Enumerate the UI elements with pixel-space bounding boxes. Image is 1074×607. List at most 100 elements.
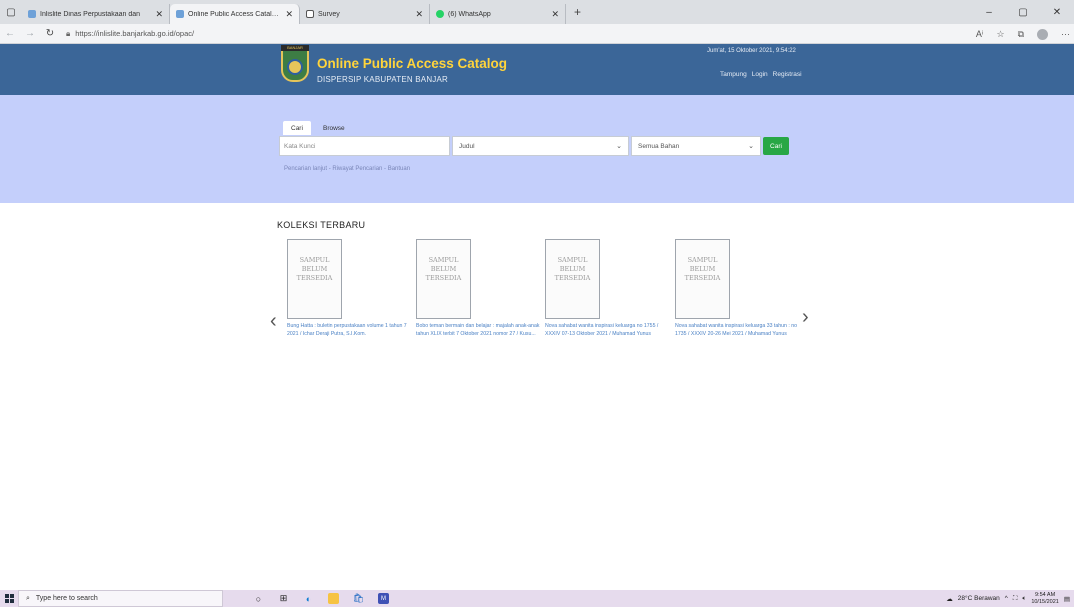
minimize-icon[interactable]: – <box>972 0 1006 24</box>
collections-icon[interactable]: ⧉ <box>1018 29 1024 40</box>
windows-taskbar: ⌕ Type here to search ○ ⊞ ◐ 🛍︎ M ☁︎ 28°C… <box>0 590 1074 607</box>
lock-icon: 🔒︎ <box>66 28 71 38</box>
book-cover-placeholder[interactable]: SAMPUL BELUM TERSEDIA <box>287 239 342 319</box>
tab-actions-icon[interactable]: ▢ <box>0 0 22 24</box>
tab-title: Inlislite Dinas Perpustakaan dan <box>40 10 141 18</box>
cover-line: BELUM <box>559 265 586 273</box>
close-window-icon[interactable]: ✕ <box>1040 0 1074 24</box>
browser-tab-strip: ▢ Inlislite Dinas Perpustakaan dan ✕ Onl… <box>0 0 1074 24</box>
clock[interactable]: 9:54 AM 10/15/2021 <box>1031 592 1059 605</box>
close-icon[interactable]: ✕ <box>155 9 163 20</box>
library-favicon-icon <box>28 10 36 18</box>
field-select[interactable]: Judul ⌄ <box>452 136 629 156</box>
close-icon[interactable]: ✕ <box>415 9 423 20</box>
volume-icon[interactable]: 🔈︎ <box>1022 595 1026 603</box>
search-icon: ⌕ <box>26 594 30 602</box>
chevron-down-icon: ⌄ <box>616 143 622 150</box>
start-button[interactable] <box>0 590 18 607</box>
carousel-prev-button[interactable]: ‹ <box>270 310 277 333</box>
browser-tab[interactable]: (6) WhatsApp ✕ <box>430 4 566 24</box>
more-menu-icon[interactable]: ··· <box>1061 29 1070 39</box>
taskbar-search-box[interactable]: ⌕ Type here to search <box>18 590 223 607</box>
material-select-value: Semua Bahan <box>638 142 680 150</box>
favorite-star-icon[interactable]: ☆ <box>996 29 1004 40</box>
tab-title: Survey <box>318 10 340 18</box>
app-icon[interactable]: M <box>378 593 389 604</box>
taskbar-apps: ○ ⊞ ◐ 🛍︎ M <box>253 593 389 604</box>
cover-line: TERSEDIA <box>554 274 591 282</box>
tab-title: (6) WhatsApp <box>448 10 491 18</box>
book-card[interactable]: SAMPUL BELUM TERSEDIA Bobo teman bermain d… <box>416 239 544 339</box>
window-controls: – ▢ ✕ <box>972 0 1074 24</box>
browser-toolbar-right: Aⁱ ☆ ⧉ ··· <box>976 24 1070 44</box>
edge-icon[interactable]: ◐ <box>303 593 314 604</box>
keyword-input[interactable]: Kata Kunci <box>279 136 450 156</box>
carousel-next-button[interactable]: › <box>802 306 809 329</box>
notifications-icon[interactable]: ▤ <box>1064 595 1070 603</box>
refresh-icon[interactable]: ↻ <box>40 28 60 39</box>
search-links[interactable]: Pencarian lanjut - Riwayat Pencarian - B… <box>284 166 410 172</box>
tab-title: Online Public Access Catalog - I <box>188 10 282 18</box>
tray-chevron-icon[interactable]: ^ <box>1005 595 1008 602</box>
cover-line: SAMPUL <box>557 256 588 264</box>
site-title[interactable]: Online Public Access Catalog <box>317 56 507 71</box>
site-subtitle: DISPERSIP KABUPATEN BANJAR <box>317 75 449 84</box>
windows-logo-icon <box>4 594 14 603</box>
book-card[interactable]: SAMPUL BELUM TERSEDIA Nova sahabat wanita … <box>675 239 803 339</box>
store-icon[interactable]: 🛍︎ <box>353 593 364 604</box>
back-icon[interactable]: ← <box>0 28 20 39</box>
book-title-link[interactable]: Nova sahabat wanita inspirasi keluarga n… <box>545 322 670 339</box>
library-favicon-icon <box>176 10 184 18</box>
weather-icon: ☁︎ <box>946 595 953 603</box>
book-cover-placeholder[interactable]: SAMPUL BELUM TERSEDIA <box>675 239 730 319</box>
link-registrasi[interactable]: Registrasi <box>773 71 802 78</box>
url-field[interactable]: 🔒︎ https://inlislite.banjarkab.go.id/opa… <box>66 29 194 39</box>
url-text: https://inlislite.banjarkab.go.id/opac/ <box>75 29 195 38</box>
book-title-link[interactable]: Nova sahabat wanita inspirasi keluarga 3… <box>675 322 800 339</box>
file-explorer-icon[interactable] <box>328 593 339 604</box>
tab-cari[interactable]: Cari <box>283 121 311 135</box>
taskbar-search-placeholder: Type here to search <box>35 595 98 602</box>
book-title-link[interactable]: Bobo teman bermain dan belajar : majalah… <box>416 322 541 339</box>
search-button[interactable]: Cari <box>763 137 789 155</box>
book-cover-placeholder[interactable]: SAMPUL BELUM TERSEDIA <box>416 239 471 319</box>
header-links: Tampung Login Registrasi <box>720 71 802 78</box>
link-tampung[interactable]: Tampung <box>720 71 747 78</box>
close-icon[interactable]: ✕ <box>551 9 559 20</box>
chevron-down-icon: ⌄ <box>748 143 754 150</box>
weather-text[interactable]: 28°C Berawan <box>958 595 1000 602</box>
close-icon[interactable]: ✕ <box>285 9 293 20</box>
cover-line: BELUM <box>430 265 457 273</box>
section-title: KOLEKSI TERBARU <box>277 220 366 230</box>
cortana-icon[interactable]: ○ <box>253 593 264 604</box>
tab-browse[interactable]: Browse <box>315 121 353 135</box>
profile-avatar[interactable] <box>1037 28 1048 40</box>
browser-tab[interactable]: Inlislite Dinas Perpustakaan dan ✕ <box>22 4 170 24</box>
new-tab-button[interactable]: + <box>566 5 589 19</box>
banjar-logo[interactable] <box>281 48 309 82</box>
cover-line: SAMPUL <box>428 256 459 264</box>
cover-line: SAMPUL <box>299 256 330 264</box>
address-bar: ← → ↻ 🔒︎ https://inlislite.banjarkab.go.… <box>0 24 1074 44</box>
book-card[interactable]: SAMPUL BELUM TERSEDIA Bung Hatta : buletin… <box>287 239 415 339</box>
cover-line: BELUM <box>301 265 328 273</box>
document-icon <box>306 10 314 18</box>
material-select[interactable]: Semua Bahan ⌄ <box>631 136 761 156</box>
system-tray: ☁︎ 28°C Berawan ^ ⛶ 🔈︎ 9:54 AM 10/15/202… <box>946 590 1070 607</box>
cover-line: BELUM <box>689 265 716 273</box>
book-title-link[interactable]: Bung Hatta : buletin perpustakaan volume… <box>287 322 412 339</box>
read-aloud-icon[interactable]: Aⁱ <box>976 29 984 40</box>
cover-line: TERSEDIA <box>296 274 333 282</box>
task-view-icon[interactable]: ⊞ <box>278 593 289 604</box>
link-login[interactable]: Login <box>752 71 768 78</box>
logo-text: BANJAR <box>281 45 309 51</box>
cover-line: SAMPUL <box>687 256 718 264</box>
browser-tab-active[interactable]: Online Public Access Catalog - I ✕ <box>170 4 300 24</box>
book-card[interactable]: SAMPUL BELUM TERSEDIA Nova sahabat wanita … <box>545 239 673 339</box>
forward-icon[interactable]: → <box>20 28 40 39</box>
browser-tab[interactable]: Survey ✕ <box>300 4 430 24</box>
cover-line: TERSEDIA <box>684 274 721 282</box>
network-icon[interactable]: ⛶ <box>1013 595 1018 603</box>
maximize-icon[interactable]: ▢ <box>1006 0 1040 24</box>
book-cover-placeholder[interactable]: SAMPUL BELUM TERSEDIA <box>545 239 600 319</box>
